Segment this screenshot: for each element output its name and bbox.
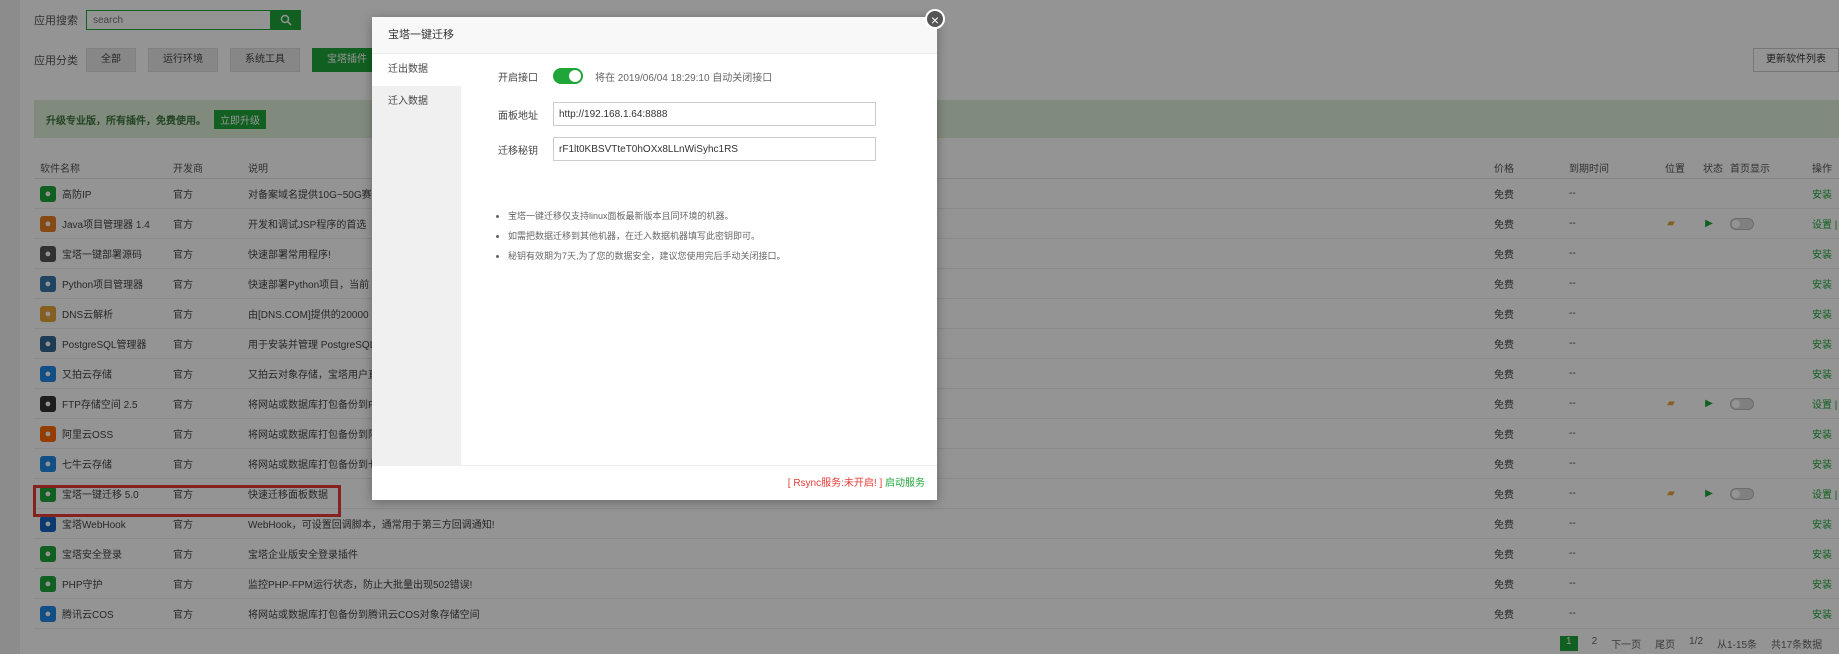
note-item: 如需把数据迁移到其他机器，在迁入数据机器填写此密钥即可。 — [508, 229, 786, 242]
enable-row: 开启接口 将在 2019/06/04 18:29:10 自动关闭接口 — [498, 68, 772, 84]
migration-dialog: 宝塔一键迁移 × 迁出数据 迁入数据 开启接口 将在 2019/06/04 18… — [372, 9, 945, 500]
enable-label: 开启接口 — [498, 72, 538, 84]
addr-label: 面板地址 — [498, 110, 538, 122]
enable-hint: 将在 2019/06/04 18:29:10 自动关闭接口 — [595, 72, 773, 84]
tab-import[interactable]: 迁入数据 — [372, 86, 461, 118]
dialog-sidebar: 迁出数据 迁入数据 — [372, 54, 461, 465]
dialog-footer: [ Rsync服务:未开启! ] 启动服务 — [372, 465, 937, 500]
dialog-content: 开启接口 将在 2019/06/04 18:29:10 自动关闭接口 面板地址 … — [461, 54, 937, 465]
tab-export[interactable]: 迁出数据 — [372, 54, 461, 86]
dialog-title: 宝塔一键迁移 — [372, 17, 937, 54]
enable-toggle[interactable] — [553, 68, 583, 84]
notes-list: 宝塔一键迁移仅支持linux面板最新版本且同环境的机器。 如需把数据迁移到其他机… — [494, 209, 786, 269]
panel-address-field[interactable] — [553, 102, 876, 126]
key-label: 迁移秘钥 — [498, 145, 538, 157]
note-item: 宝塔一键迁移仅支持linux面板最新版本且同环境的机器。 — [508, 209, 786, 222]
addr-row: 面板地址 — [498, 102, 876, 126]
note-item: 秘钥有效期为7天,为了您的数据安全，建议您使用完后手动关闭接口。 — [508, 249, 786, 262]
start-service-link[interactable]: 启动服务 — [885, 478, 925, 489]
key-row: 迁移秘钥 — [498, 137, 876, 161]
rsync-status: [ Rsync服务:未开启! ] — [787, 478, 883, 489]
close-icon[interactable]: × — [925, 9, 945, 29]
migration-key-field[interactable] — [553, 137, 876, 161]
